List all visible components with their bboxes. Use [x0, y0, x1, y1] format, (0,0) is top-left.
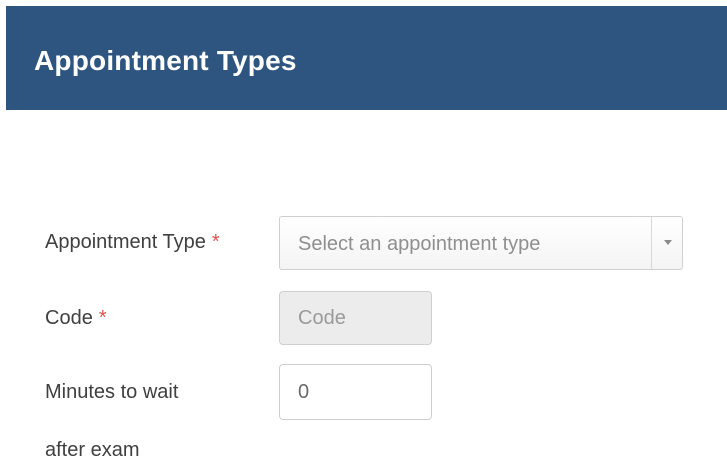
- appointment-types-page: Appointment Types Appointment Type * Sele…: [0, 0, 727, 462]
- chevron-down-icon: [664, 240, 672, 245]
- code-label-text: Code: [45, 307, 93, 329]
- page-header: Appointment Types: [6, 6, 727, 110]
- appointment-type-label-text: Appointment Type: [45, 231, 206, 253]
- code-field[interactable]: [279, 291, 432, 345]
- select-dropdown-toggle[interactable]: [651, 217, 682, 269]
- appointment-type-label: Appointment Type *: [45, 229, 220, 255]
- appointment-type-select-placeholder: Select an appointment type: [298, 233, 541, 255]
- required-asterisk: *: [98, 307, 107, 329]
- appointment-type-select[interactable]: Select an appointment type: [279, 216, 683, 270]
- minutes-to-wait-field[interactable]: [279, 364, 432, 420]
- code-label: Code *: [45, 305, 107, 331]
- minutes-to-wait-label-line2: after exam: [45, 439, 140, 461]
- page-title: Appointment Types: [34, 45, 297, 76]
- required-asterisk: *: [211, 231, 220, 253]
- minutes-to-wait-label-line1: Minutes to wait: [45, 381, 179, 403]
